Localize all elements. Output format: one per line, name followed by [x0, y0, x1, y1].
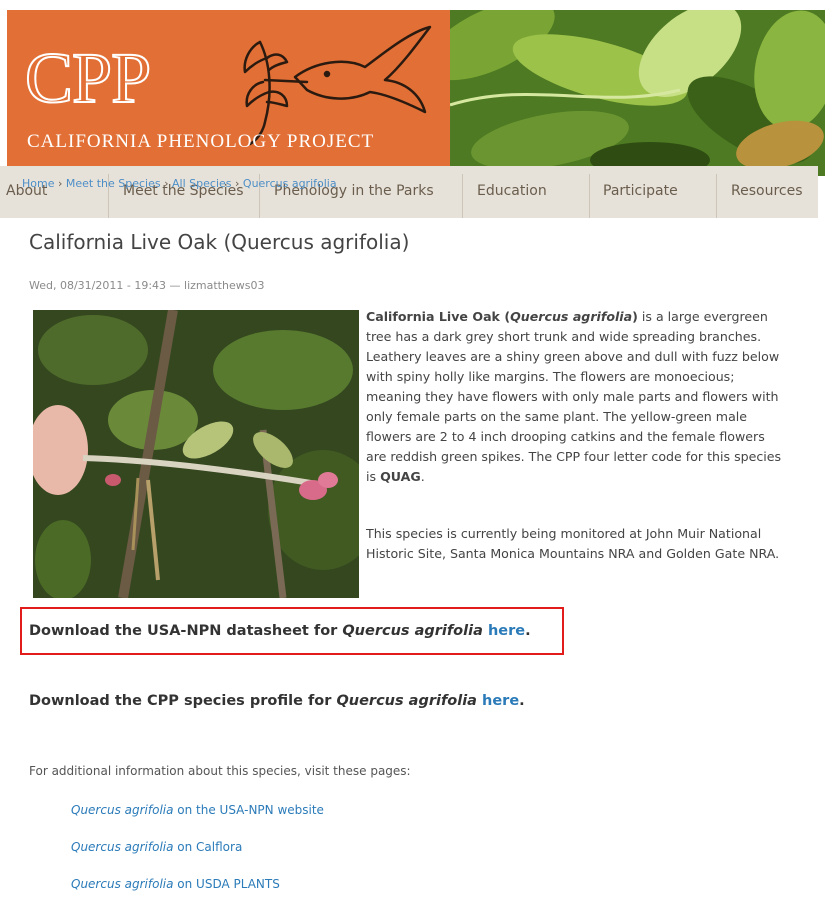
oak-branch-illustration [33, 310, 359, 598]
link-species: Quercus agrifolia [71, 877, 174, 891]
breadcrumb: Home › Meet the Species › All Species › … [22, 177, 337, 190]
additional-info-text: For additional information about this sp… [29, 764, 411, 778]
breadcrumb-home[interactable]: Home [22, 177, 54, 190]
nav-item-meet-the-species[interactable]: Meet the Species [123, 166, 244, 218]
nav-item-resources[interactable]: Resources [731, 166, 803, 218]
species-scientific-name: Quercus agrifolia [510, 309, 633, 324]
download-cpp-link[interactable]: here [482, 693, 519, 709]
logo-text: CPP [24, 38, 152, 118]
link-text: on the USA-NPN website [173, 803, 324, 817]
nav-divider [716, 174, 717, 218]
download-cpp-profile: Download the CPP species profile for Que… [29, 693, 525, 709]
usa-npn-link[interactable]: Quercus agrifolia on the USA-NPN website [71, 803, 324, 817]
link-species: Quercus agrifolia [71, 803, 174, 817]
download-cpp-suffix: . [519, 693, 525, 709]
description-end: . [420, 469, 425, 484]
breadcrumb-current[interactable]: Quercus agrifolia [243, 177, 337, 190]
calflora-link[interactable]: Quercus agrifolia on Calflora [71, 840, 242, 854]
nav-item-education[interactable]: Education [477, 166, 547, 218]
download-cpp-species: Quercus agrifolia [336, 693, 477, 709]
nav-item-participate[interactable]: Participate [603, 166, 678, 218]
header-leaves-image [450, 10, 825, 176]
main-nav: About Meet the Species Phenology in the … [0, 166, 818, 218]
link-text: on Calflora [173, 840, 243, 854]
download-npn-prefix: Download the USA-NPN datasheet for [29, 623, 343, 639]
nav-divider [462, 174, 463, 218]
description-text: is a large evergreen tree has a dark gre… [366, 309, 782, 484]
link-text: on USDA PLANTS [173, 877, 280, 891]
download-npn-link[interactable]: here [488, 623, 525, 639]
species-photo [33, 310, 359, 598]
nav-item-phenology-in-the-parks[interactable]: Phenology in the Parks [274, 166, 434, 218]
breadcrumb-meet-the-species[interactable]: Meet the Species [66, 177, 161, 190]
logo-subtitle: CALIFORNIA PHENOLOGY PROJECT [27, 131, 375, 152]
download-npn-datasheet: Download the USA-NPN datasheet for Querc… [29, 623, 531, 639]
post-meta: Wed, 08/31/2011 - 19:43 — lizmatthews03 [29, 279, 265, 292]
usda-plants-link[interactable]: Quercus agrifolia on USDA PLANTS [71, 877, 280, 891]
page-title: California Live Oak (Quercus agrifolia) [29, 230, 410, 254]
breadcrumb-all-species[interactable]: All Species [172, 177, 231, 190]
breadcrumb-separator: › [235, 177, 240, 190]
nav-divider [589, 174, 590, 218]
species-code: QUAG [380, 469, 421, 484]
breadcrumb-separator: › [57, 177, 63, 190]
download-cpp-prefix: Download the CPP species profile for [29, 693, 337, 709]
download-npn-suffix: . [525, 623, 531, 639]
breadcrumb-separator: › [164, 177, 169, 190]
species-description: California Live Oak (Quercus agrifolia) … [366, 307, 786, 487]
species-name-open: California Live Oak ( [366, 309, 511, 324]
site-logo[interactable]: CPP CALIFORNIA PHENOLOGY PROJECT [7, 10, 450, 176]
leaves-illustration [450, 10, 825, 176]
monitoring-text: This species is currently being monitore… [366, 526, 780, 561]
download-npn-species: Quercus agrifolia [342, 623, 483, 639]
nav-item-about[interactable]: About [6, 166, 47, 218]
link-species: Quercus agrifolia [71, 840, 174, 854]
